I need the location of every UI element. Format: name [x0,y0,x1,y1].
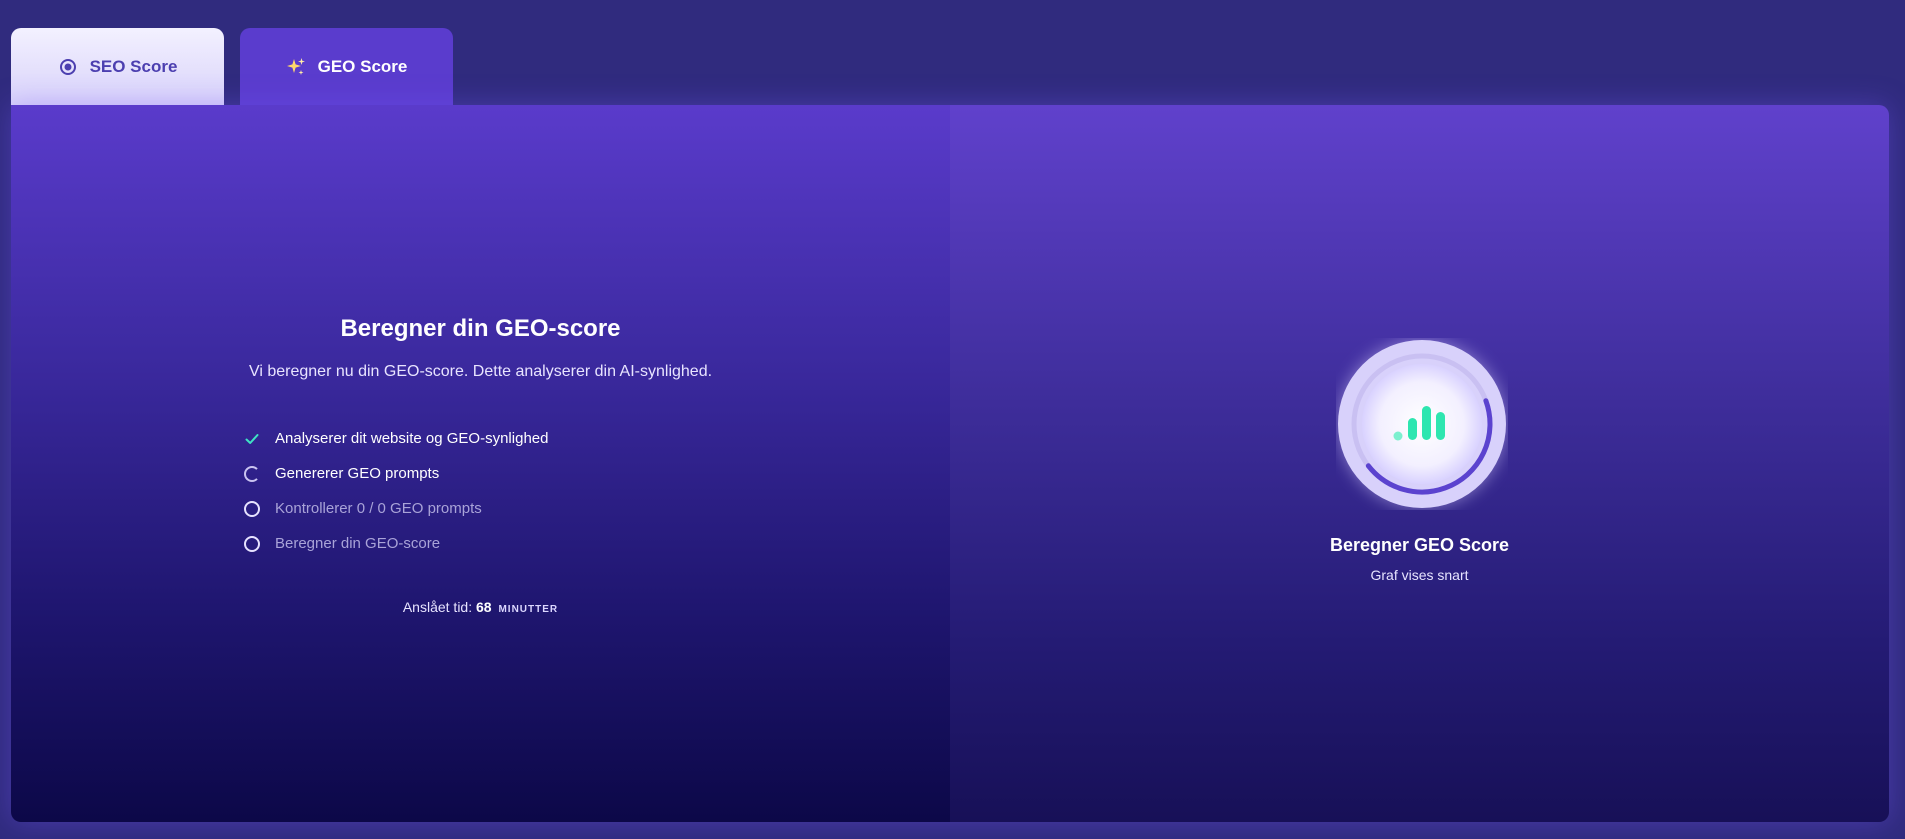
progress-section: Beregner din GEO-score Vi beregner nu di… [11,105,950,822]
step-item-calculate: Beregner din GEO-score [243,526,843,561]
geo-score-panel: Beregner din GEO-score Vi beregner nu di… [11,105,1889,822]
step-item-generate: Genererer GEO prompts [243,456,843,491]
tab-seo-label: SEO Score [89,56,178,76]
step-label: Kontrollerer 0 / 0 GEO prompts [275,500,482,517]
check-icon [243,430,261,448]
tab-bar: SEO Score GEO Score [11,28,453,105]
circle-icon [243,500,261,518]
page-subtitle: Vi beregner nu din GEO-score. Dette anal… [248,363,713,380]
sparkles-icon [286,57,306,77]
gauge-subtitle: Graf vises snart [1370,567,1469,583]
graph-section: Beregner GEO Score Graf vises snart [950,105,1889,822]
step-item-check: Kontrollerer 0 / 0 GEO prompts [243,491,843,526]
circle-icon [243,535,261,553]
step-label: Genererer GEO prompts [275,465,440,482]
tab-geo-score[interactable]: GEO Score [240,28,453,105]
tab-seo-score[interactable]: SEO Score [11,28,224,105]
step-list: Analyserer dit website og GEO-synlighed … [243,421,843,561]
spinner-icon [243,465,261,483]
eta-value: 68 [476,599,492,615]
loading-gauge [1336,338,1508,510]
eta-label: Anslået tid: [402,599,473,615]
step-label: Beregner din GEO-score [275,535,441,552]
tab-geo-label: GEO Score [317,56,408,76]
page-title: Beregner din GEO-score [340,315,621,342]
step-label: Analyserer dit website og GEO-synlighed [275,430,549,447]
eta-unit: MINUTTER [498,604,559,615]
estimated-time: Anslået tid: 68 MINUTTER [11,599,950,615]
radio-target-icon [58,57,78,77]
gauge-title: Beregner GEO Score [1329,535,1510,555]
step-item-analyze: Analyserer dit website og GEO-synlighed [243,421,843,456]
